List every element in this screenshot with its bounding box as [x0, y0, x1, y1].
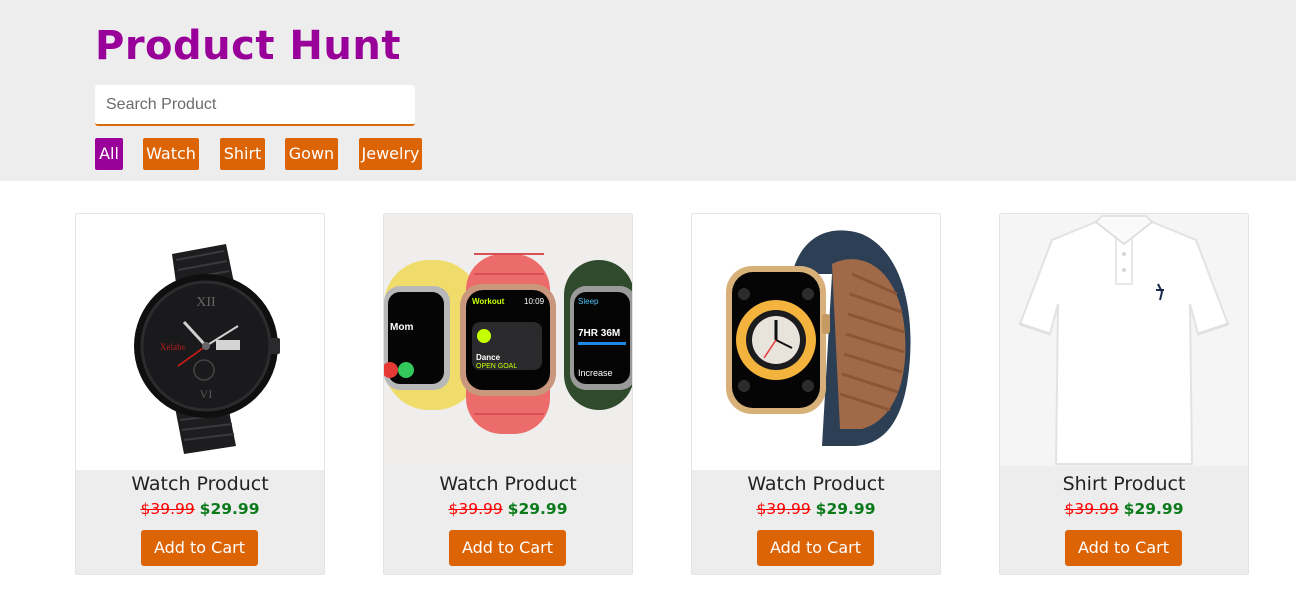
svg-text:Increase: Increase — [578, 368, 613, 378]
old-price: $39.99 — [448, 500, 503, 518]
old-price: $39.99 — [1064, 500, 1119, 518]
filter-shirt-button[interactable]: Shirt — [220, 138, 265, 170]
search-input[interactable] — [95, 85, 415, 126]
old-price: $39.99 — [140, 500, 195, 518]
filter-watch-button[interactable]: Watch — [143, 138, 199, 170]
product-name: Shirt Product — [1062, 473, 1186, 495]
svg-text:Sleep: Sleep — [578, 297, 599, 306]
svg-text:XII: XII — [196, 295, 216, 310]
svg-text:7HR 36M: 7HR 36M — [578, 328, 620, 339]
product-image-smartwatches: Mom Sleep 7HR 36M Increase Workout 10:09… — [384, 214, 632, 466]
add-to-cart-button[interactable]: Add to Cart — [449, 530, 566, 566]
product-card: XII VI Xelabs Watch Product $39.99 $29.9… — [75, 213, 325, 575]
product-image-gold-smartwatch — [692, 214, 940, 470]
product-price: $39.99 $29.99 — [76, 498, 324, 520]
add-to-cart-button[interactable]: Add to Cart — [1065, 530, 1182, 566]
product-card: Shirt Product $39.99 $29.99 Add to Cart — [999, 213, 1249, 575]
product-price: $39.99 $29.99 — [692, 498, 940, 520]
filter-all-button[interactable]: All — [95, 138, 123, 170]
product-price: $39.99 $29.99 — [384, 498, 632, 520]
old-price: $39.99 — [756, 500, 811, 518]
sale-price: $29.99 — [1123, 500, 1184, 518]
page-title: Product Hunt — [95, 23, 401, 69]
filter-jewelry-button[interactable]: Jewelry — [359, 138, 422, 170]
svg-text:Workout: Workout — [472, 297, 505, 306]
svg-text:Xelabs: Xelabs — [160, 342, 185, 352]
product-card: Watch Product $39.99 $29.99 Add to Cart — [691, 213, 941, 575]
sale-price: $29.99 — [507, 500, 568, 518]
sale-price: $29.99 — [199, 500, 260, 518]
svg-text:10:09: 10:09 — [524, 297, 545, 306]
product-card: Mom Sleep 7HR 36M Increase Workout 10:09… — [383, 213, 633, 575]
svg-text:VI: VI — [200, 387, 213, 401]
add-to-cart-button[interactable]: Add to Cart — [141, 530, 258, 566]
svg-text:OPEN GOAL: OPEN GOAL — [476, 363, 517, 370]
product-price: $39.99 $29.99 — [1000, 498, 1248, 520]
header: Product Hunt All Watch Shirt Gown Jewelr… — [0, 0, 1296, 181]
product-image-white-polo — [1000, 214, 1248, 466]
add-to-cart-button[interactable]: Add to Cart — [757, 530, 874, 566]
filter-gown-button[interactable]: Gown — [285, 138, 338, 170]
product-image-black-watch: XII VI Xelabs — [76, 214, 324, 470]
svg-text:Mom: Mom — [390, 322, 413, 333]
sale-price: $29.99 — [815, 500, 876, 518]
product-name: Watch Product — [439, 473, 577, 495]
product-name: Watch Product — [747, 473, 885, 495]
svg-text:Dance: Dance — [476, 353, 501, 362]
product-name: Watch Product — [131, 473, 269, 495]
